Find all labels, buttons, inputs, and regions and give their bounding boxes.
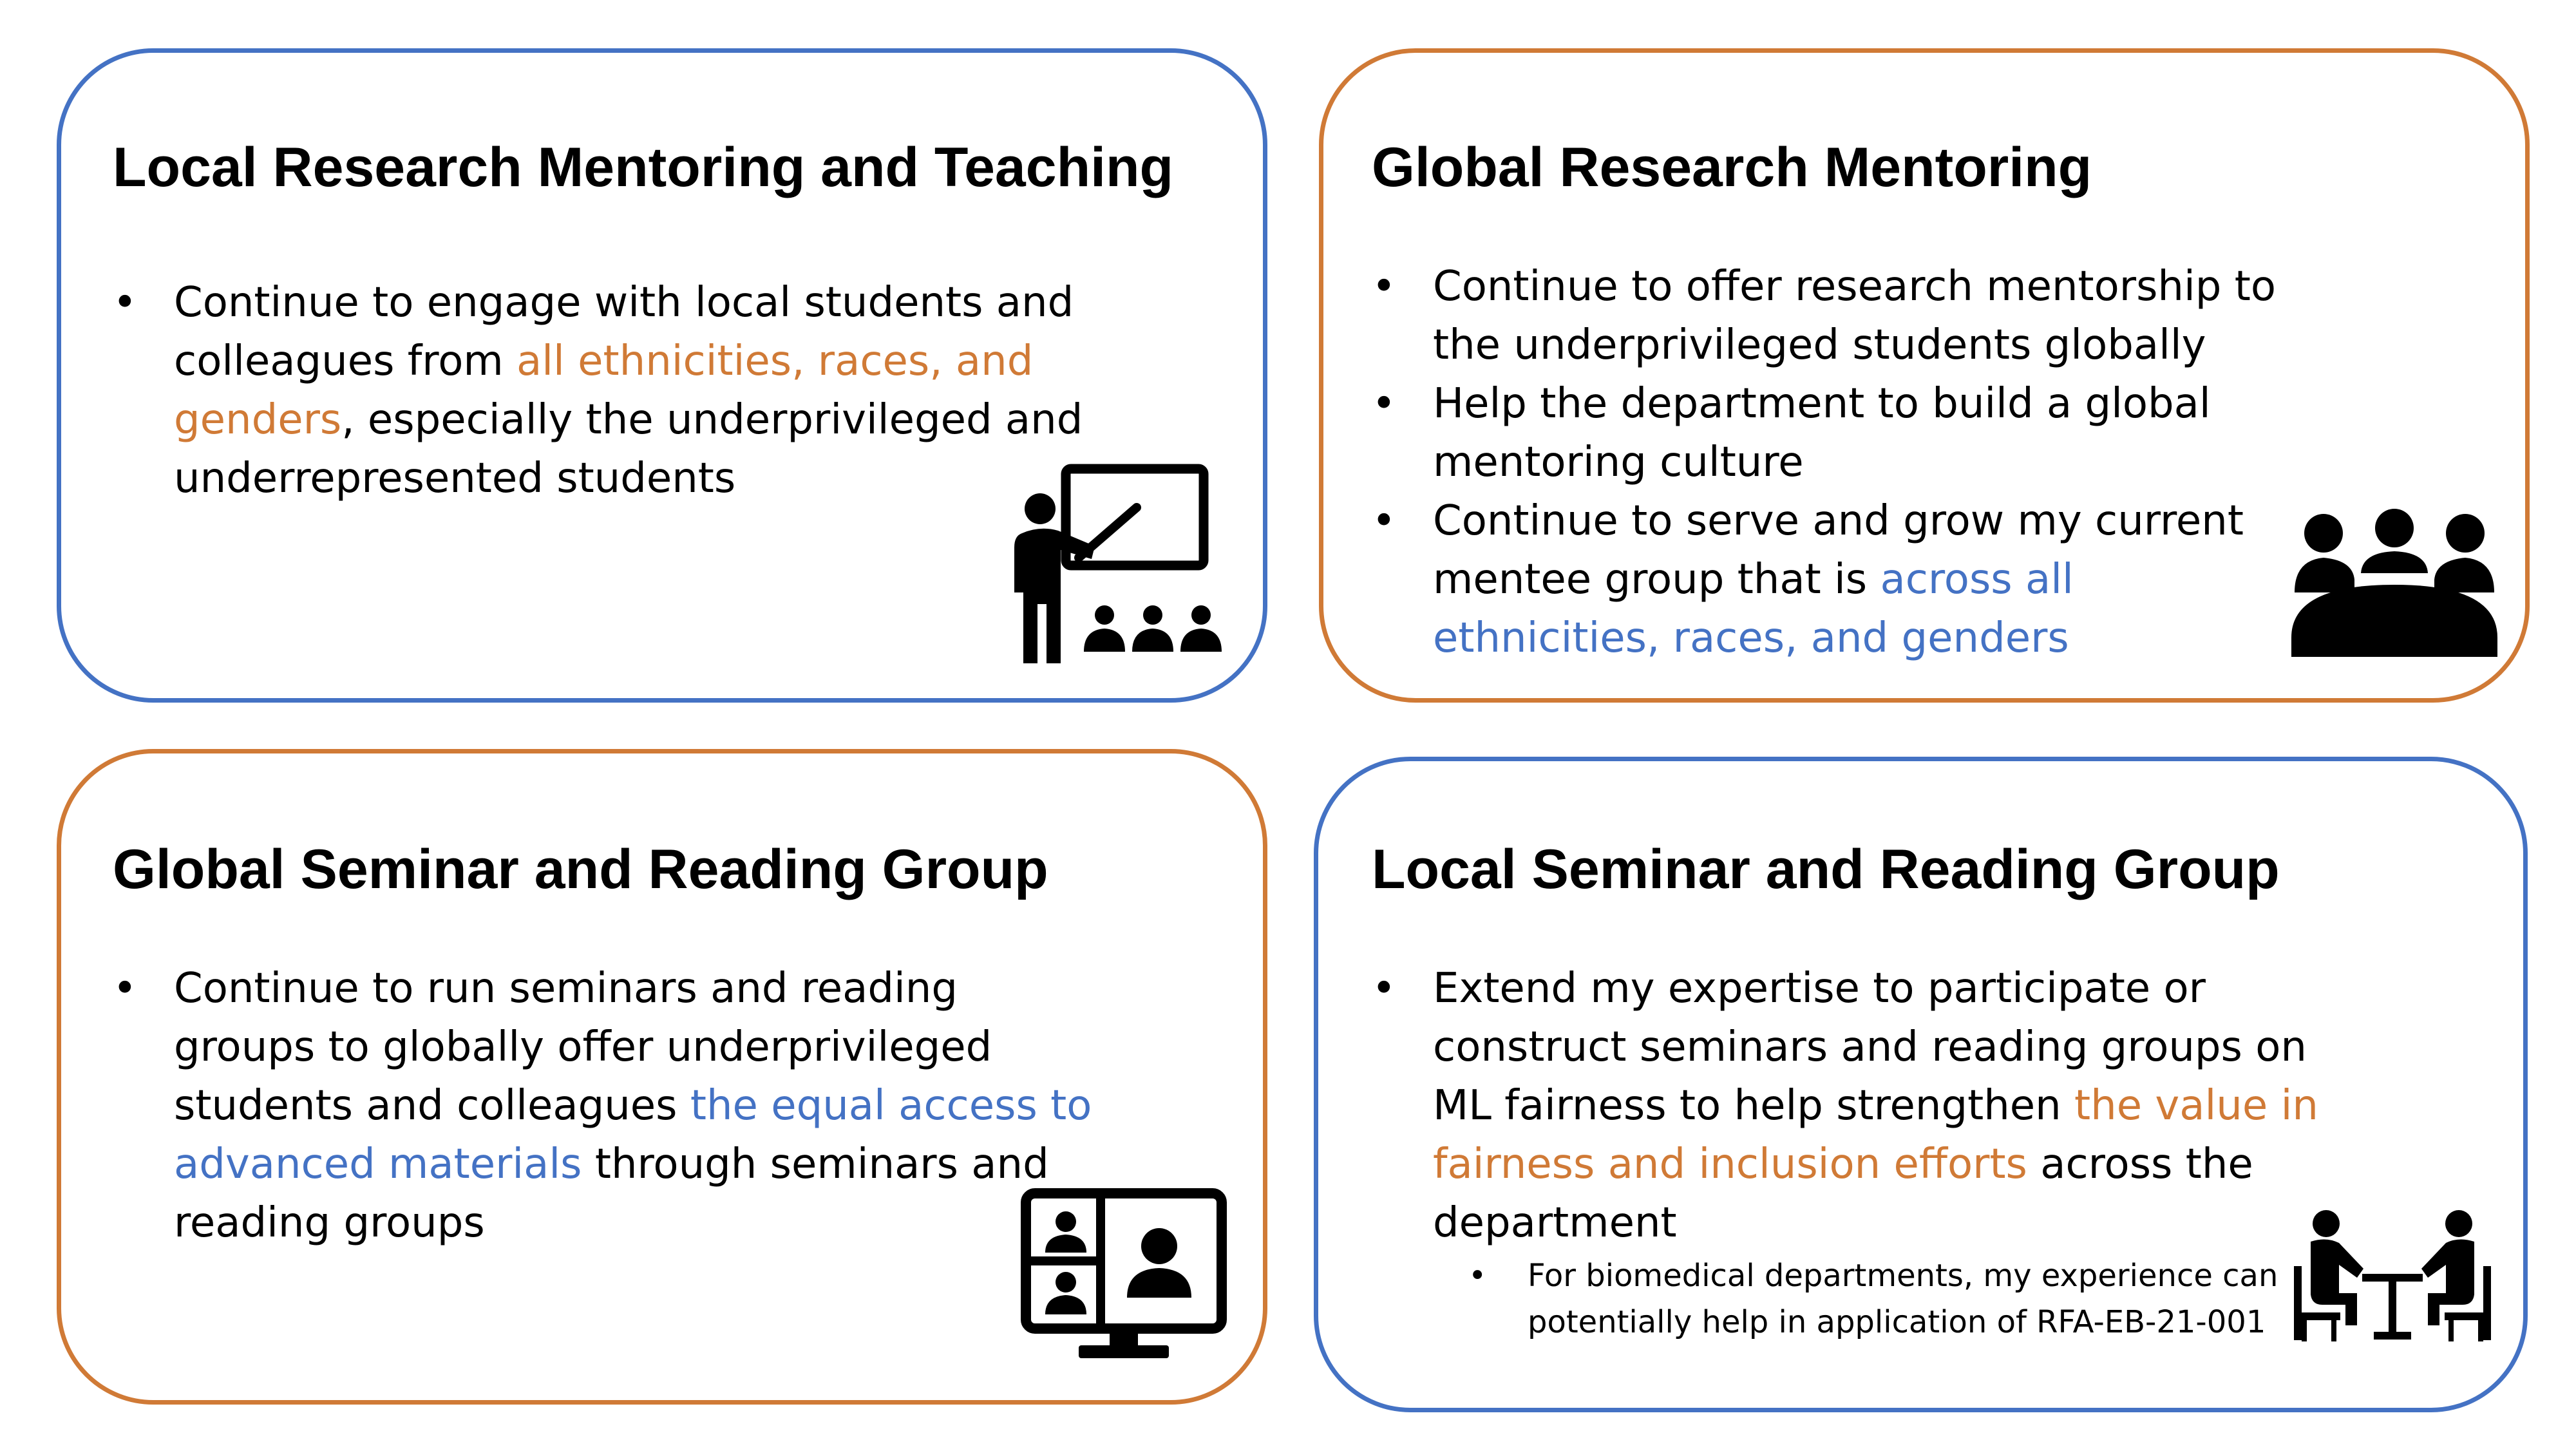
teacher-presenting-icon	[1014, 464, 1222, 663]
people-at-table-icon	[2294, 1210, 2491, 1341]
sub-bullet-item: For biomedical departments, my experienc…	[1468, 1253, 2351, 1345]
bullet-item: Continue to serve and grow my current me…	[1372, 492, 2293, 668]
bullet-list: Continue to engage with local students a…	[113, 274, 1092, 508]
bullet-item: Help the department to build a global me…	[1372, 375, 2293, 492]
card-title: Global Seminar and Reading Group	[113, 838, 1048, 900]
group-meeting-icon	[2291, 509, 2497, 657]
video-conference-icon	[1021, 1188, 1227, 1358]
card-title: Local Research Mentoring and Teaching	[113, 137, 1174, 198]
sub-bullet-list: For biomedical departments, my experienc…	[1433, 1253, 2351, 1345]
bullet-item: Extend my expertise to participate or co…	[1372, 960, 2351, 1345]
bullet-list: Continue to run seminars and reading gro…	[113, 960, 1104, 1253]
bullet-item: Continue to engage with local students a…	[113, 274, 1092, 508]
bullet-item: Continue to offer research mentorship to…	[1372, 258, 2293, 375]
card-title: Local Seminar and Reading Group	[1372, 838, 2280, 900]
bullet-list: Continue to offer research mentorship to…	[1372, 258, 2293, 668]
bullet-list: Extend my expertise to participate or co…	[1372, 960, 2351, 1345]
card-title: Global Research Mentoring	[1372, 137, 2092, 198]
bullet-item: Continue to run seminars and reading gro…	[113, 960, 1104, 1253]
